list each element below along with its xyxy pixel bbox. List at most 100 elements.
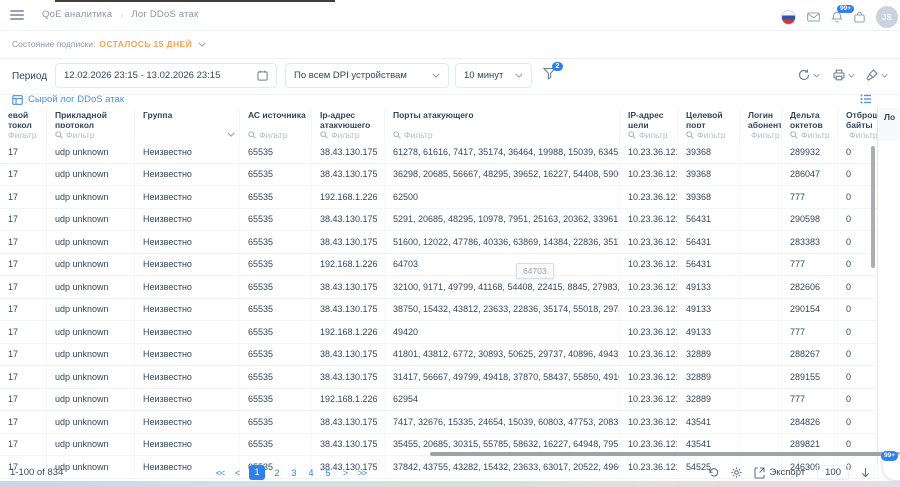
page-size-select[interactable]: 100: [817, 465, 849, 480]
period-label: Период: [12, 71, 47, 82]
cell-r6-c1: udp unknown: [47, 276, 135, 298]
print-button[interactable]: [833, 69, 855, 81]
cell-r6-c2: Неизвестно: [135, 276, 240, 298]
column-filter-0[interactable]: Фильтр: [0, 128, 47, 141]
column-header-10[interactable]: Отброшенные байты: [838, 108, 878, 128]
cell-r8-c2: Неизвестно: [135, 321, 240, 343]
calendar-icon[interactable]: [257, 70, 268, 81]
table-row[interactable]: 17udp unknownНеизвестно6553538.43.130.17…: [0, 366, 878, 389]
column-header-5[interactable]: Порты атакующего: [385, 108, 620, 128]
column-header-3[interactable]: АС источника: [240, 108, 312, 128]
cell-r8-c7: 49133: [678, 321, 740, 343]
chevron-down-icon: [227, 132, 235, 137]
cell-r7-c7: 49133: [678, 299, 740, 321]
cell-r1-c0: 17: [0, 164, 47, 186]
cell-value-tooltip: 64703: [516, 263, 554, 279]
column-settings-icon[interactable]: [860, 94, 872, 104]
cell-r9-c2: Неизвестно: [135, 344, 240, 366]
undo-button[interactable]: [708, 467, 719, 478]
subscription-chevron-down-icon[interactable]: [198, 42, 206, 47]
table-row[interactable]: 17udp unknownНеизвестно6553538.43.130.17…: [0, 276, 878, 299]
interval-select[interactable]: 10 минут: [455, 63, 532, 88]
table-row[interactable]: 17udp unknownНеизвестно65535192.168.1.22…: [0, 321, 878, 344]
page-next-button[interactable]: >: [340, 468, 350, 478]
column-filter-5[interactable]: Фильтр: [385, 128, 620, 141]
table-row[interactable]: 17udp unknownНеизвестно6553538.43.130.17…: [0, 231, 878, 254]
column-header-1[interactable]: Прикладной протокол: [47, 108, 135, 128]
cell-r11-c0: 17: [0, 389, 47, 411]
column-filter-10[interactable]: Фильтр: [838, 128, 878, 141]
cell-r0-c7: 39368: [678, 141, 740, 163]
table-row[interactable]: 17udp unknownНеизвестно6553538.43.130.17…: [0, 299, 878, 322]
tab-row: Сырой лог DDoS атак: [0, 94, 900, 108]
page-button-2[interactable]: 2: [272, 468, 282, 478]
cell-r12-c4: 38.43.130.175: [312, 411, 385, 433]
topbar-icon-group: 99+ JS: [781, 6, 900, 28]
hamburger-menu-icon[interactable]: [10, 10, 24, 21]
column-header-6[interactable]: IP-адрес цели: [620, 108, 678, 128]
breadcrumb-ddos-log: Лог DDoS атак: [131, 9, 198, 20]
export-button[interactable]: Экспорт: [754, 467, 805, 479]
page-last-button[interactable]: >>: [357, 468, 367, 478]
column-filter-6[interactable]: Фильтр: [620, 128, 678, 141]
bag-icon[interactable]: [854, 12, 865, 23]
column-filter-2[interactable]: [135, 128, 240, 141]
tab-raw-ddos-log[interactable]: Сырой лог DDoS атак: [12, 94, 124, 105]
cell-r0-c2: Неизвестно: [135, 141, 240, 163]
page-first-button[interactable]: <<: [215, 468, 225, 478]
scroll-down-button[interactable]: [861, 467, 870, 478]
refresh-button[interactable]: [798, 69, 820, 81]
column-header-4[interactable]: Ip-адрес атакующего: [312, 108, 385, 128]
column-filter-1[interactable]: Фильтр: [47, 128, 135, 141]
settings-button[interactable]: [731, 467, 742, 478]
table-row[interactable]: 17udp unknownНеизвестно6553538.43.130.17…: [0, 344, 878, 367]
column-filter-3[interactable]: Фильтр: [240, 128, 312, 141]
page-button-3[interactable]: 3: [289, 468, 299, 478]
cell-r0-c6: 10.23.36.121: [620, 141, 678, 163]
cell-r0-c4: 38.43.130.175: [312, 141, 385, 163]
cell-r1-c7: 39368: [678, 164, 740, 186]
page-prev-button[interactable]: <: [232, 468, 242, 478]
column-header-8[interactable]: Логин абонента: [740, 108, 782, 128]
table-row[interactable]: 17udp unknownНеизвестно65535192.168.1.22…: [0, 389, 878, 412]
mail-icon[interactable]: [807, 12, 820, 22]
table-row[interactable]: 17udp unknownНеизвестно6553538.43.130.17…: [0, 141, 878, 164]
column-filter-4[interactable]: Фильтр: [312, 128, 385, 141]
user-avatar[interactable]: JS: [876, 6, 898, 28]
table-row[interactable]: 17udp unknownНеизвестно65535192.168.1.22…: [0, 186, 878, 209]
page-button-5[interactable]: 5: [323, 468, 333, 478]
column-filter-9[interactable]: Фильтр: [782, 128, 838, 141]
table-row[interactable]: 17udp unknownНеизвестно6553538.43.130.17…: [0, 411, 878, 434]
vertical-scrollbar[interactable]: [871, 146, 875, 268]
cell-r7-c4: 38.43.130.175: [312, 299, 385, 321]
table-body: 17udp unknownНеизвестно6553538.43.130.17…: [0, 141, 878, 464]
cell-r3-c1: udp unknown: [47, 209, 135, 231]
breadcrumb-qoe-analytics[interactable]: QoE аналитика: [42, 9, 112, 20]
cell-r12-c3: 65535: [240, 411, 312, 433]
column-header-2[interactable]: Группа: [135, 108, 240, 128]
column-header-7[interactable]: Целевой порт: [678, 108, 740, 128]
cell-r4-c9: 283383: [782, 231, 838, 253]
cell-r9-c6: 10.23.36.121: [620, 344, 678, 366]
row-range-text: 1-100 of 834: [10, 467, 63, 478]
column-filter-8[interactable]: Фильтр: [740, 128, 782, 141]
table-row[interactable]: 17udp unknownНеизвестно65535192.168.1.22…: [0, 254, 878, 277]
column-header-9[interactable]: Дельта октетов: [782, 108, 838, 128]
cell-r8-c10: 0: [838, 321, 878, 343]
column-filter-7[interactable]: Фильтр: [678, 128, 740, 141]
table-row[interactable]: 17udp unknownНеизвестно6553538.43.130.17…: [0, 209, 878, 232]
page-button-1[interactable]: 1: [249, 465, 265, 480]
period-date-range-input[interactable]: 12.02.2026 23:15 - 13.02.2026 23:15: [55, 63, 277, 88]
cell-r10-c4: 38.43.130.175: [312, 366, 385, 388]
clean-chart-button[interactable]: [866, 69, 888, 81]
notifications-bell-icon[interactable]: 99+: [831, 11, 843, 24]
table-row[interactable]: 17udp unknownНеизвестно6553538.43.130.17…: [0, 164, 878, 187]
column-header-0[interactable]: евой токол: [0, 108, 47, 128]
language-flag-icon[interactable]: [781, 10, 796, 25]
brush-icon: [866, 69, 878, 81]
dpi-device-select[interactable]: По всем DPI устройствам: [285, 63, 449, 88]
advanced-filters-button[interactable]: 2: [543, 67, 556, 80]
cell-r8-c1: udp unknown: [47, 321, 135, 343]
horizontal-scrollbar[interactable]: [430, 452, 900, 456]
page-button-4[interactable]: 4: [306, 468, 316, 478]
